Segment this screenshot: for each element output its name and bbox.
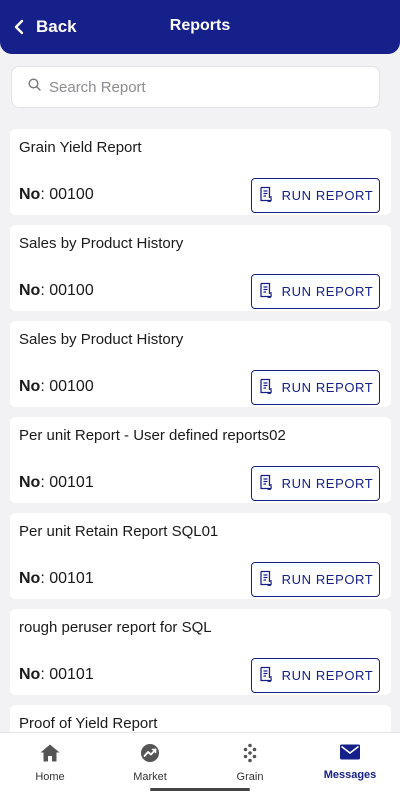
- run-report-button[interactable]: RUN REPORT: [251, 466, 380, 501]
- run-report-button[interactable]: RUN REPORT: [251, 178, 380, 213]
- report-icon: [258, 186, 274, 205]
- report-icon: [258, 378, 274, 397]
- report-number-label: No: [19, 282, 41, 299]
- report-number-value: : 00100: [40, 282, 94, 299]
- page-title: Reports: [169, 17, 231, 34]
- report-number-label: No: [19, 570, 41, 587]
- run-report-label: RUN REPORT: [281, 380, 374, 395]
- run-report-label: RUN REPORT: [281, 668, 374, 683]
- grain-icon: [240, 743, 260, 768]
- report-card: Per unit Report - User defined reports02…: [10, 417, 391, 503]
- report-card: Grain Yield Report No: 00100 RUN REPORT: [10, 129, 391, 215]
- report-number-value: : 00100: [40, 378, 94, 395]
- report-number: No: 00100: [19, 186, 94, 204]
- nav-messages[interactable]: Messages: [300, 733, 400, 800]
- nav-messages-label: Messages: [323, 769, 377, 781]
- report-number: No: 00100: [19, 282, 94, 300]
- search-icon: [28, 78, 49, 96]
- report-number: No: 00101: [19, 666, 94, 684]
- report-number-label: No: [19, 186, 41, 203]
- report-number: No: 00100: [19, 378, 94, 396]
- report-number-value: : 00101: [40, 570, 94, 587]
- report-title: Per unit Retain Report SQL01: [19, 523, 219, 540]
- home-indicator[interactable]: [150, 788, 250, 791]
- report-list: Grain Yield Report No: 00100 RUN REPORT …: [10, 129, 391, 791]
- report-icon: [258, 666, 274, 685]
- nav-home[interactable]: Home: [0, 733, 100, 800]
- search-input[interactable]: [49, 78, 349, 96]
- report-number-label: No: [19, 378, 41, 395]
- run-report-button[interactable]: RUN REPORT: [251, 658, 380, 693]
- report-number: No: 00101: [19, 474, 94, 492]
- report-number: No: 00101: [19, 570, 94, 588]
- report-number-value: : 00100: [40, 186, 94, 203]
- report-title: Sales by Product History: [19, 331, 184, 348]
- report-title: Per unit Report - User defined reports02: [19, 427, 286, 444]
- report-number-value: : 00101: [40, 474, 94, 491]
- report-title: rough peruser report for SQL: [19, 619, 212, 636]
- run-report-label: RUN REPORT: [281, 572, 374, 587]
- run-report-button[interactable]: RUN REPORT: [251, 274, 380, 309]
- market-icon: [140, 743, 160, 768]
- report-icon: [258, 570, 274, 589]
- mail-icon: [339, 743, 361, 766]
- report-icon: [258, 282, 274, 301]
- report-title: Sales by Product History: [19, 235, 184, 252]
- report-number-label: No: [19, 474, 41, 491]
- nav-grain-label: Grain: [236, 771, 264, 783]
- report-card: rough peruser report for SQL No: 00101 R…: [10, 609, 391, 695]
- run-report-label: RUN REPORT: [281, 476, 374, 491]
- run-report-label: RUN REPORT: [281, 284, 374, 299]
- search-bar[interactable]: [11, 66, 380, 108]
- run-report-button[interactable]: RUN REPORT: [251, 370, 380, 405]
- nav-market-label: Market: [133, 771, 167, 783]
- report-title: Grain Yield Report: [19, 139, 142, 156]
- home-icon: [39, 743, 61, 768]
- report-number-value: : 00101: [40, 666, 94, 683]
- report-icon: [258, 474, 274, 493]
- report-card: Per unit Retain Report SQL01 No: 00101 R…: [10, 513, 391, 599]
- run-report-button[interactable]: RUN REPORT: [251, 562, 380, 597]
- app-bar: Back Reports: [0, 0, 400, 54]
- report-number-label: No: [19, 666, 41, 683]
- nav-home-label: Home: [35, 771, 65, 783]
- report-title: Proof of Yield Report: [19, 715, 158, 732]
- run-report-label: RUN REPORT: [281, 188, 374, 203]
- report-card: Sales by Product History No: 00100 RUN R…: [10, 225, 391, 311]
- report-card: Sales by Product History No: 00100 RUN R…: [10, 321, 391, 407]
